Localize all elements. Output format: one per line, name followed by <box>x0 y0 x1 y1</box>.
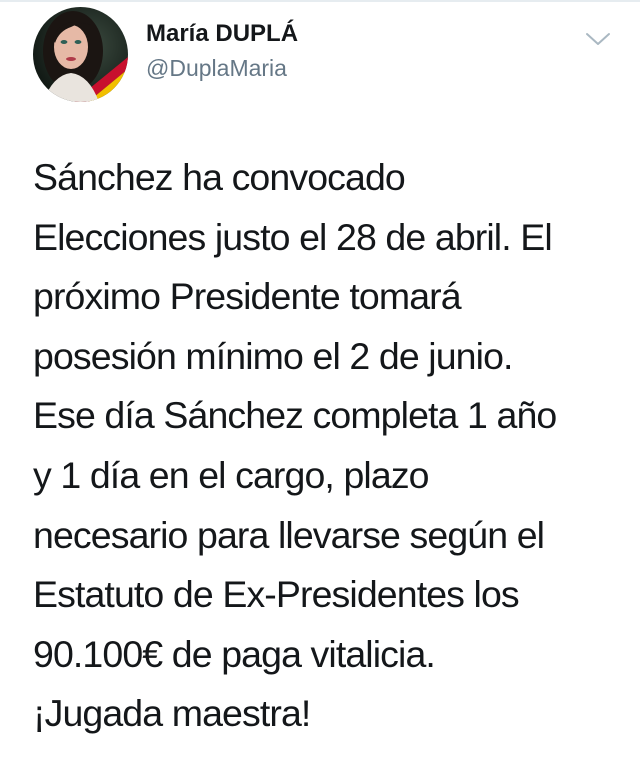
author-handle[interactable]: @DuplaMaria <box>146 55 287 82</box>
avatar[interactable] <box>33 7 128 102</box>
top-divider <box>0 0 640 2</box>
tweet-menu-button[interactable] <box>583 28 613 50</box>
chevron-down-icon <box>586 33 610 45</box>
profile-photo-icon <box>33 7 128 102</box>
author-display-name[interactable]: María DUPLÁ <box>146 20 298 48</box>
tweet-text: Sánchez ha convocado Elecciones justo el… <box>33 156 557 735</box>
